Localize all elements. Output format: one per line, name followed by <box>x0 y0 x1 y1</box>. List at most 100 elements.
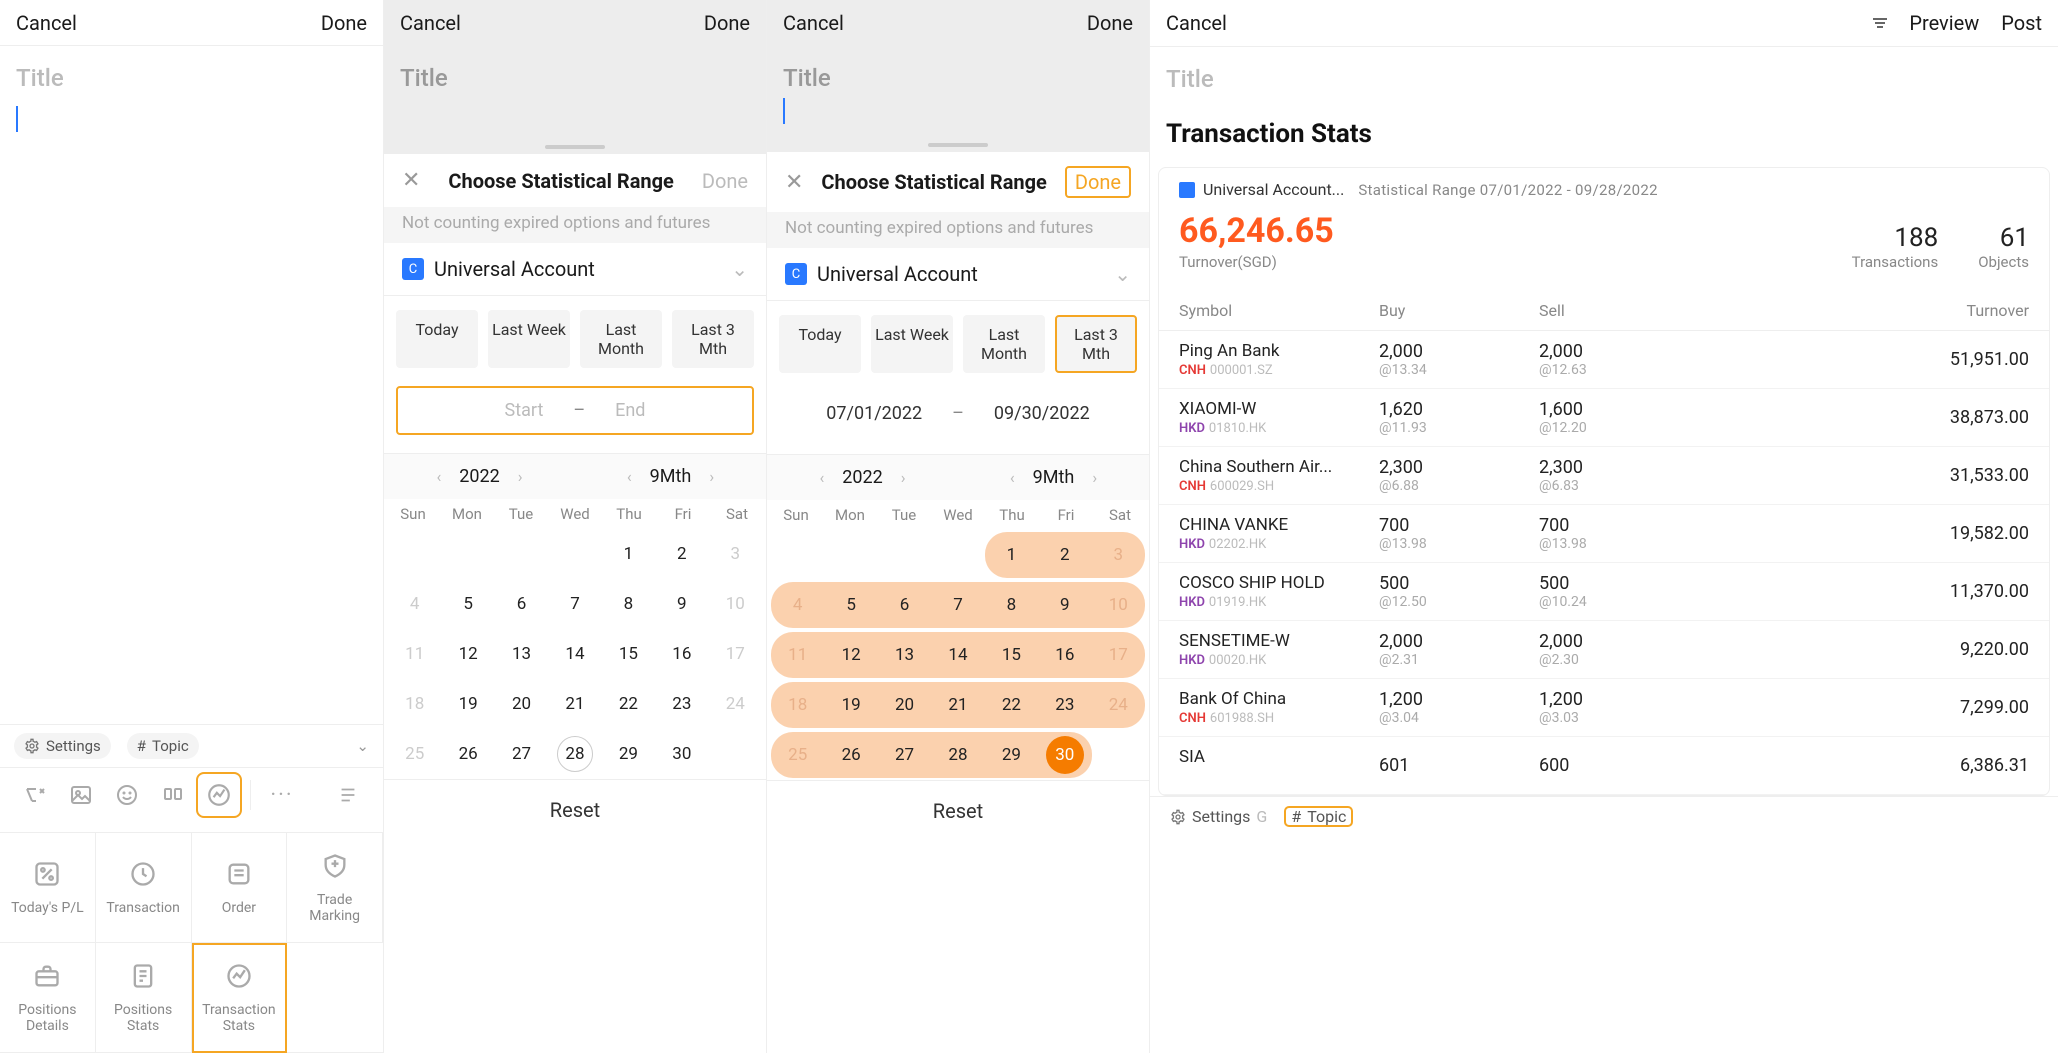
calendar-day[interactable]: 5 <box>824 582 877 628</box>
calendar-day[interactable]: 13 <box>495 631 548 677</box>
date-range-box[interactable]: Start – End <box>396 386 754 435</box>
tile-positions-stats[interactable]: Positions Stats <box>96 943 192 1053</box>
prev-month-icon[interactable]: ‹ <box>627 467 632 486</box>
preview-button[interactable]: Preview <box>1909 11 1979 35</box>
calendar-day[interactable]: 30 <box>1038 732 1091 778</box>
calendar-day[interactable]: 6 <box>878 582 931 628</box>
calendar-day[interactable]: 21 <box>548 681 601 727</box>
calendar-day[interactable]: 8 <box>985 582 1038 628</box>
calendar-day[interactable]: 7 <box>931 582 984 628</box>
calendar-day[interactable]: 8 <box>602 581 655 627</box>
post-button[interactable]: Post <box>2001 11 2042 35</box>
calendar-day[interactable]: 2 <box>655 531 708 577</box>
tile-todays-pl[interactable]: Today's P/L <box>0 833 96 943</box>
table-row[interactable]: Bank Of China CNH601988.SH 1,200@3.04 1,… <box>1159 679 2049 737</box>
preset-last-3-mth[interactable]: Last 3 Mth <box>1055 315 1137 373</box>
calendar-day[interactable]: 26 <box>441 731 494 777</box>
calendar-day[interactable]: 24 <box>1092 682 1145 728</box>
date-range-box[interactable]: 07/01/2022 – 09/30/2022 <box>779 391 1137 436</box>
prev-month-icon[interactable]: ‹ <box>1010 468 1015 487</box>
cancel-button[interactable]: Cancel <box>400 11 461 35</box>
sheet-done[interactable]: Done <box>1065 166 1131 198</box>
table-row[interactable]: COSCO SHIP HOLD HKD01919.HK 500@12.50 50… <box>1159 563 2049 621</box>
calendar-day[interactable]: 27 <box>878 732 931 778</box>
next-month-icon[interactable]: › <box>709 467 714 486</box>
calendar-day[interactable]: 4 <box>771 582 824 628</box>
calendar-day[interactable]: 17 <box>709 631 762 677</box>
table-row[interactable]: SIA 601 600 6,386.31 <box>1159 737 2049 795</box>
next-year-icon[interactable]: › <box>518 467 523 486</box>
calendar-day[interactable]: 24 <box>709 681 762 727</box>
calendar-day[interactable]: 17 <box>1092 632 1145 678</box>
topic-chip[interactable]: # Topic <box>1285 807 1352 826</box>
table-row[interactable]: XIAOMI-W HKD01810.HK 1,620@11.93 1,600@1… <box>1159 389 2049 447</box>
more-icon[interactable]: ··· <box>259 772 305 818</box>
calendar-day[interactable]: 19 <box>824 682 877 728</box>
calendar-day[interactable]: 26 <box>824 732 877 778</box>
next-month-icon[interactable]: › <box>1092 468 1097 487</box>
title-input[interactable]: Title <box>0 46 383 100</box>
calendar-day[interactable]: 23 <box>1038 682 1091 728</box>
next-year-icon[interactable]: › <box>901 468 906 487</box>
calendar-day[interactable]: 15 <box>985 632 1038 678</box>
calendar-day[interactable]: 3 <box>709 531 762 577</box>
cancel-button[interactable]: Cancel <box>783 11 844 35</box>
table-row[interactable]: SENSETIME-W HKD00020.HK 2,000@2.31 2,000… <box>1159 621 2049 679</box>
calendar-day[interactable]: 4 <box>388 581 441 627</box>
title-input[interactable]: Title <box>1150 47 2058 101</box>
account-selector[interactable]: C Universal Account ⌄ <box>767 248 1149 301</box>
calendar-day[interactable]: 1 <box>602 531 655 577</box>
calendar-day[interactable]: 14 <box>931 632 984 678</box>
prev-year-icon[interactable]: ‹ <box>436 467 441 486</box>
settings-chip[interactable]: Settings G <box>1170 807 1267 826</box>
calendar-day[interactable]: 28 <box>548 731 601 777</box>
calendar-day[interactable]: 10 <box>1092 582 1145 628</box>
tile-transaction-stats[interactable]: Transaction Stats <box>192 943 288 1053</box>
done-button[interactable]: Done <box>1087 11 1133 35</box>
calendar-day[interactable]: 25 <box>388 731 441 777</box>
sheet-grabber[interactable] <box>384 142 766 152</box>
calendar-day[interactable]: 11 <box>388 631 441 677</box>
preset-last-month[interactable]: Last Month <box>963 315 1045 373</box>
calendar-day[interactable]: 1 <box>985 532 1038 578</box>
calendar-day[interactable]: 20 <box>878 682 931 728</box>
calendar-day[interactable]: 11 <box>771 632 824 678</box>
calendar-day[interactable]: 9 <box>1038 582 1091 628</box>
calendar-day[interactable]: 10 <box>709 581 762 627</box>
text-format-icon[interactable] <box>12 772 58 818</box>
preset-last-week[interactable]: Last Week <box>488 310 570 368</box>
tile-positions-details[interactable]: Positions Details <box>0 943 96 1053</box>
account-selector[interactable]: C Universal Account ⌄ <box>384 243 766 296</box>
table-row[interactable]: CHINA VANKE HKD02202.HK 700@13.98 700@13… <box>1159 505 2049 563</box>
calendar-day[interactable]: 16 <box>655 631 708 677</box>
done-button[interactable]: Done <box>321 11 367 35</box>
reset-button[interactable]: Reset <box>767 780 1149 841</box>
calendar-day[interactable]: 7 <box>548 581 601 627</box>
calendar-day[interactable]: 23 <box>655 681 708 727</box>
calendar-day[interactable]: 12 <box>441 631 494 677</box>
calendar-day[interactable]: 9 <box>655 581 708 627</box>
calendar-day[interactable]: 14 <box>548 631 601 677</box>
title-input[interactable]: Title <box>767 46 1149 100</box>
emoji-icon[interactable] <box>104 772 150 818</box>
calendar-day[interactable]: 29 <box>985 732 1038 778</box>
preset-last-3-mth[interactable]: Last 3 Mth <box>672 310 754 368</box>
close-icon[interactable]: ✕ <box>402 168 420 193</box>
sheet-done[interactable]: Done <box>702 169 748 193</box>
preset-today[interactable]: Today <box>396 310 478 368</box>
calendar-day[interactable]: 18 <box>771 682 824 728</box>
calendar-day[interactable]: 25 <box>771 732 824 778</box>
topic-chip[interactable]: # Topic <box>127 733 199 759</box>
calendar-day[interactable]: 27 <box>495 731 548 777</box>
reset-button[interactable]: Reset <box>384 779 766 840</box>
calendar-day[interactable]: 21 <box>931 682 984 728</box>
calendar-day[interactable]: 5 <box>441 581 494 627</box>
calendar-day[interactable]: 18 <box>388 681 441 727</box>
calendar-day[interactable]: 15 <box>602 631 655 677</box>
sheet-grabber[interactable] <box>767 140 1149 150</box>
table-row[interactable]: Ping An Bank CNH000001.SZ 2,000@13.34 2,… <box>1159 331 2049 389</box>
quote-icon[interactable] <box>150 772 196 818</box>
done-button[interactable]: Done <box>704 11 750 35</box>
close-icon[interactable]: ✕ <box>785 170 803 195</box>
cancel-button[interactable]: Cancel <box>1166 11 1227 35</box>
